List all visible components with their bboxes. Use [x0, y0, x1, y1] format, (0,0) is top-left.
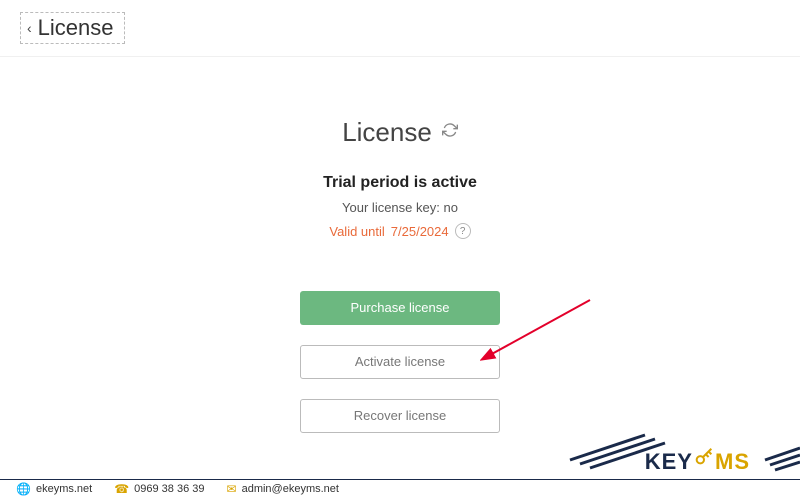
brand-key-text: KEY: [645, 449, 693, 475]
brand-logo: KEY MS: [645, 448, 750, 476]
footer-website-text: ekeyms.net: [36, 483, 92, 495]
activate-license-button[interactable]: Activate license: [300, 345, 500, 379]
main-content: License Trial period is active Your lice…: [0, 57, 800, 433]
button-stack: Purchase license Activate license Recove…: [0, 291, 800, 433]
footer-phone-text: 0969 38 36 39: [134, 483, 204, 495]
key-icon: [693, 446, 715, 474]
license-key-value: no: [443, 200, 457, 215]
back-label: License: [38, 15, 114, 41]
valid-until-line: Valid until 7/25/2024 ?: [329, 223, 470, 239]
valid-until-label: Valid until: [329, 224, 384, 239]
footer: KEY MS 🌐 ekeyms.net ☎ 0969 38 36 39 ✉ ad…: [0, 442, 800, 500]
mail-icon: ✉: [227, 482, 237, 496]
recover-license-button[interactable]: Recover license: [300, 399, 500, 433]
chevron-left-icon: ‹: [27, 20, 32, 36]
trial-status: Trial period is active: [0, 174, 800, 192]
page-title-row: License: [342, 117, 458, 148]
license-key-label: Your license key:: [342, 200, 443, 215]
header-bar: ‹ License: [0, 0, 800, 57]
back-button[interactable]: ‹ License: [20, 12, 125, 44]
purchase-license-button[interactable]: Purchase license: [300, 291, 500, 325]
refresh-icon[interactable]: [442, 122, 458, 143]
footer-email-text: admin@ekeyms.net: [242, 483, 339, 495]
footer-divider: [0, 479, 800, 480]
footer-website[interactable]: 🌐 ekeyms.net: [16, 482, 92, 496]
page-title: License: [342, 117, 432, 148]
license-key-line: Your license key: no: [0, 200, 800, 215]
phone-icon: ☎: [114, 482, 129, 496]
valid-until-date: 7/25/2024: [391, 224, 449, 239]
brand-ms-text: MS: [715, 449, 750, 475]
footer-email[interactable]: ✉ admin@ekeyms.net: [227, 482, 339, 496]
help-icon[interactable]: ?: [455, 223, 471, 239]
globe-icon: 🌐: [16, 482, 31, 496]
footer-phone[interactable]: ☎ 0969 38 36 39: [114, 482, 204, 496]
footer-contacts: 🌐 ekeyms.net ☎ 0969 38 36 39 ✉ admin@eke…: [16, 482, 339, 496]
